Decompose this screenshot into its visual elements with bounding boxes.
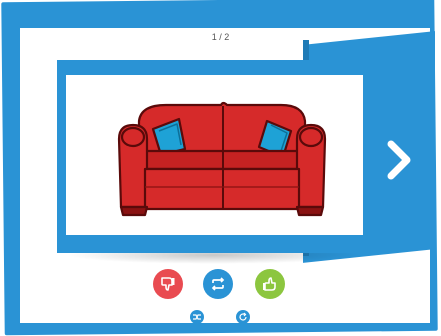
refresh-icon bbox=[239, 312, 247, 321]
thumbs-up-icon bbox=[263, 277, 276, 291]
sofa-image bbox=[117, 101, 327, 217]
flashcard[interactable] bbox=[57, 60, 372, 253]
flip-button[interactable] bbox=[203, 269, 233, 299]
chevron-right-icon[interactable] bbox=[383, 140, 413, 180]
card-image-area bbox=[66, 75, 363, 235]
repeat-icon bbox=[211, 277, 225, 291]
shuffle-icon bbox=[193, 314, 201, 320]
dislike-button[interactable] bbox=[153, 269, 183, 299]
shuffle-button[interactable] bbox=[190, 310, 204, 324]
thumbs-down-icon bbox=[161, 277, 175, 291]
like-button[interactable] bbox=[255, 269, 285, 299]
restart-button[interactable] bbox=[236, 310, 250, 324]
card-counter: 1 / 2 bbox=[211, 32, 230, 42]
